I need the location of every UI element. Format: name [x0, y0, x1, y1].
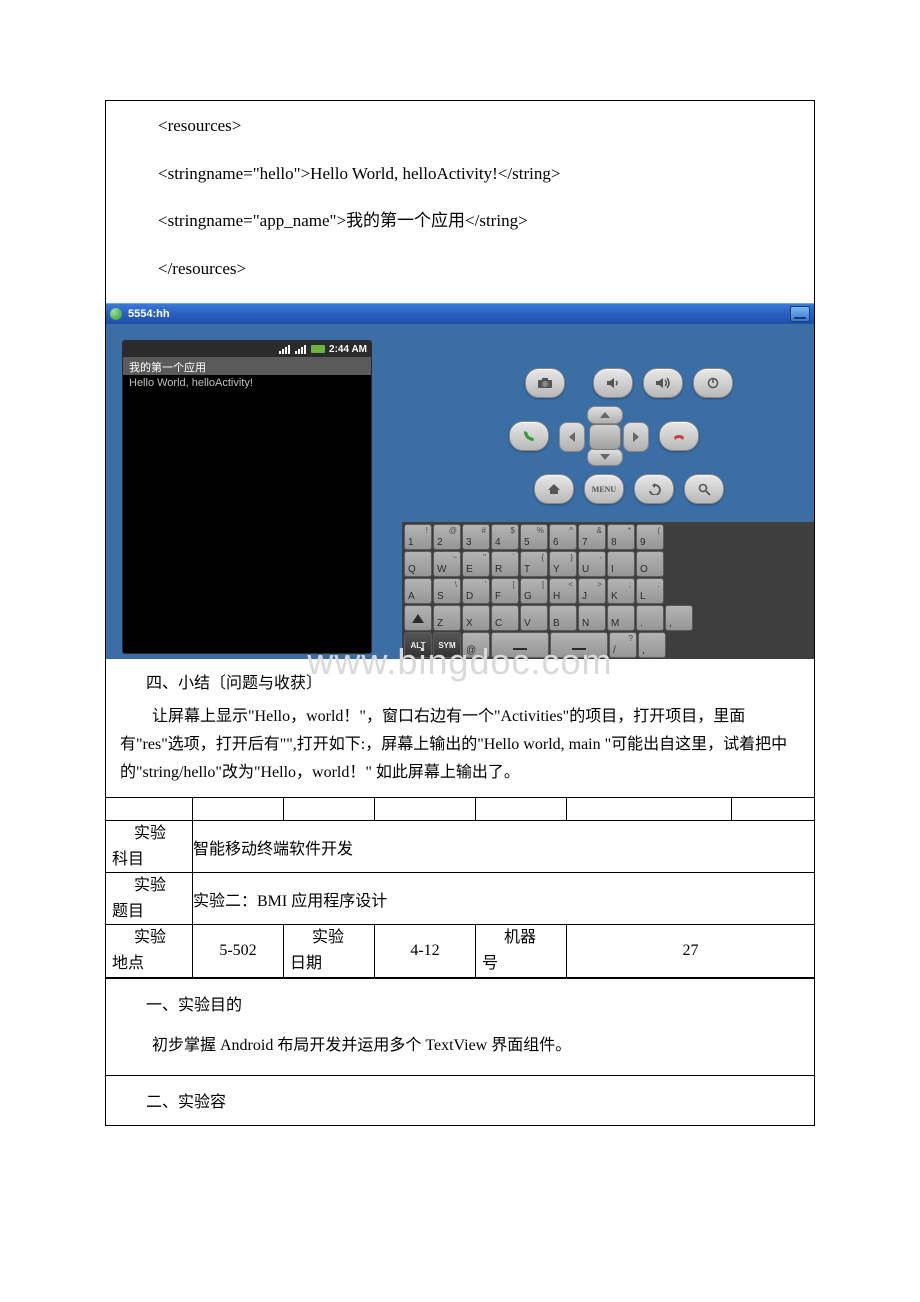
phone-status-bar: 2:44 AM	[123, 341, 371, 357]
key-B[interactable]: B	[549, 605, 577, 631]
key-SYM[interactable]: SYM	[433, 632, 461, 658]
wifi-icon	[295, 344, 307, 354]
key-4[interactable]: 4$	[491, 524, 519, 550]
dpad-down[interactable]	[587, 448, 623, 466]
call-button[interactable]	[509, 421, 549, 451]
key-U[interactable]: U-	[578, 551, 606, 577]
key-7[interactable]: 7&	[578, 524, 606, 550]
key-A[interactable]: A	[404, 578, 432, 604]
title-label: 实验 题目	[106, 873, 193, 925]
status-time: 2:44 AM	[329, 344, 367, 355]
key-2[interactable]: 2@	[433, 524, 461, 550]
date-value: 4-12	[375, 925, 476, 977]
key-G[interactable]: G]	[520, 578, 548, 604]
key-O[interactable]: O	[636, 551, 664, 577]
dpad-right[interactable]	[623, 422, 649, 452]
key-T[interactable]: T{	[520, 551, 548, 577]
key-5[interactable]: 5%	[520, 524, 548, 550]
phone-screen: 2:44 AM 我的第一个应用 Hello World, helloActivi…	[122, 340, 372, 654]
key-1[interactable]: 1!	[404, 524, 432, 550]
key-ALT[interactable]: ALT	[404, 632, 432, 658]
key-space[interactable]	[491, 632, 549, 658]
dpad-center[interactable]	[589, 424, 621, 450]
key-Z[interactable]: Z	[433, 605, 461, 631]
key-Q[interactable]: Q	[404, 551, 432, 577]
key-9[interactable]: 9(	[636, 524, 664, 550]
phone-app-content: Hello World, helloActivity!	[123, 375, 371, 654]
back-button[interactable]	[634, 474, 674, 504]
key-/[interactable]: /?	[609, 632, 637, 658]
key-N[interactable]: N	[578, 605, 606, 631]
section-1: 一、实验目的 初步掌握 Android 布局开发并运用多个 TextView 界…	[106, 978, 814, 1076]
key-@[interactable]: @	[462, 632, 490, 658]
section-1-body: 初步掌握 Android 布局开发并运用多个 TextView 界面组件。	[120, 1031, 800, 1061]
emulator-icon	[110, 308, 122, 320]
battery-icon	[311, 345, 325, 353]
key-6[interactable]: 6^	[549, 524, 577, 550]
emulator-controls: MENU 1!2@3#4$5%6^7&8*9( QW~E"R`T{Y}U-IO …	[402, 340, 806, 651]
power-button[interactable]	[693, 368, 733, 398]
key-X[interactable]: X	[462, 605, 490, 631]
section-1-heading: 一、实验目的	[120, 991, 800, 1021]
key-,[interactable]: ,	[665, 605, 693, 631]
key-space2[interactable]	[550, 632, 608, 658]
location-value: 5-502	[193, 925, 284, 977]
title-value: 实验二：BMI 应用程序设计	[193, 873, 815, 925]
machine-label: 机器 号	[476, 925, 567, 977]
end-call-button[interactable]	[659, 421, 699, 451]
dpad-up[interactable]	[587, 406, 623, 424]
section-2: 二、实验容	[106, 1075, 814, 1124]
phone-app-title: 我的第一个应用	[123, 357, 371, 375]
key-S[interactable]: S\	[433, 578, 461, 604]
key-shift[interactable]	[404, 605, 432, 631]
key-E[interactable]: E"	[462, 551, 490, 577]
home-button[interactable]	[534, 474, 574, 504]
key-I[interactable]: I	[607, 551, 635, 577]
key-C[interactable]: C	[491, 605, 519, 631]
key-V[interactable]: V	[520, 605, 548, 631]
key-M[interactable]: M	[607, 605, 635, 631]
code-line-1: <resources>	[124, 113, 796, 139]
location-label: 实验 地点	[106, 925, 193, 977]
subject-value: 智能移动终端软件开发	[193, 821, 815, 873]
key-.[interactable]: .	[636, 605, 664, 631]
section-2-heading: 二、实验容	[120, 1088, 800, 1118]
key-J[interactable]: J>	[578, 578, 606, 604]
key-Y[interactable]: Y}	[549, 551, 577, 577]
machine-value: 27	[567, 925, 815, 977]
key-H[interactable]: H<	[549, 578, 577, 604]
volume-down-button[interactable]	[593, 368, 633, 398]
info-table: 实验 科目 智能移动终端软件开发 实验 题目 实验二：BMI 应用程序设计 实验…	[106, 797, 814, 978]
emulator-title: 5554:hh	[128, 308, 170, 320]
key-8[interactable]: 8*	[607, 524, 635, 550]
keyboard[interactable]: 1!2@3#4$5%6^7&8*9( QW~E"R`T{Y}U-IO AS\D'…	[402, 522, 814, 659]
date-label: 实验 日期	[284, 925, 375, 977]
key-K[interactable]: K;	[607, 578, 635, 604]
search-button[interactable]	[684, 474, 724, 504]
code-line-4: </resources>	[124, 256, 796, 282]
camera-button[interactable]	[525, 368, 565, 398]
key-D[interactable]: D'	[462, 578, 490, 604]
summary-heading: 四、小结〔问题与收获〕	[106, 659, 814, 699]
subject-label: 实验 科目	[106, 821, 193, 873]
emulator-window: 5554:hh 2:44 AM 我的第一个应用 Hello World, hel…	[106, 303, 814, 659]
emulator-titlebar: 5554:hh	[106, 304, 814, 324]
menu-button[interactable]: MENU	[584, 474, 624, 504]
minimize-button[interactable]	[790, 306, 810, 322]
signal-icon	[279, 344, 291, 354]
key-F[interactable]: F[	[491, 578, 519, 604]
code-line-3: <stringname="app_name">我的第一个应用</string>	[124, 208, 796, 234]
key-L[interactable]: L:	[636, 578, 664, 604]
dpad[interactable]	[559, 406, 649, 466]
key-3[interactable]: 3#	[462, 524, 490, 550]
key-,[interactable]: ,	[638, 632, 666, 658]
summary-body: 让屏幕上显示"Hello，world！"，窗口右边有一个"Activities"…	[106, 699, 814, 797]
dpad-left[interactable]	[559, 422, 585, 452]
volume-up-button[interactable]	[643, 368, 683, 398]
key-W[interactable]: W~	[433, 551, 461, 577]
key-R[interactable]: R`	[491, 551, 519, 577]
code-line-2: <stringname="hello">Hello World, helloAc…	[124, 161, 796, 187]
